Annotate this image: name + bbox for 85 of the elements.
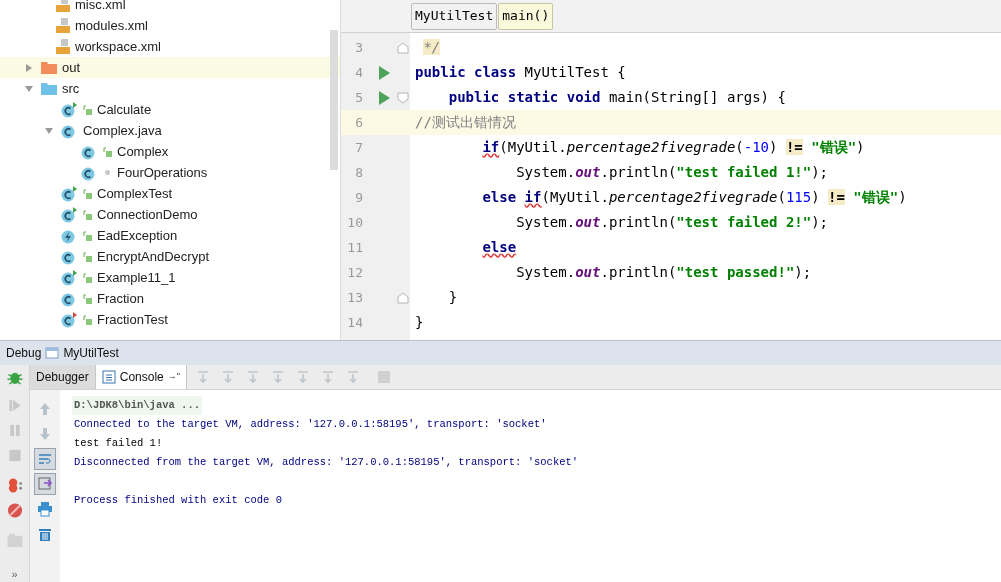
- tree-item[interactable]: EadException: [0, 225, 340, 246]
- expanded-arrow-icon[interactable]: [24, 83, 34, 94]
- class-icon: [61, 269, 78, 286]
- expanded-arrow-icon[interactable]: [44, 125, 54, 136]
- collapsed-arrow-icon[interactable]: [24, 62, 34, 73]
- tree-item[interactable]: misc.xml: [0, 0, 340, 15]
- tree-item[interactable]: out: [0, 57, 340, 78]
- xml-file-icon: [56, 39, 70, 54]
- line-number: 3: [354, 38, 363, 57]
- console-icon: [101, 370, 116, 384]
- breadcrumb[interactable]: main(): [498, 2, 554, 30]
- console-line: Process finished with exit code 0: [73, 493, 283, 508]
- class-icon: [61, 311, 78, 328]
- code-line: else: [481, 238, 517, 257]
- fold-marker-icon[interactable]: [397, 41, 409, 54]
- tree-item[interactable]: ComplexTest: [0, 183, 340, 204]
- lock-icon: [103, 146, 112, 157]
- window-icon: [45, 347, 60, 359]
- code-line: public static void main(String[] args) {: [447, 88, 786, 107]
- more-button[interactable]: »: [11, 565, 18, 582]
- lock-icon: [83, 230, 92, 241]
- breadcrumb[interactable]: MyUtilTest: [411, 2, 498, 30]
- run-icon[interactable]: [378, 65, 390, 80]
- debug-tab[interactable]: Debugger: [30, 365, 96, 389]
- scroll-to-end-icon[interactable]: [34, 473, 56, 495]
- tree-item[interactable]: EncryptAndDecrypt: [0, 246, 340, 267]
- code-line: public class MyUtilTest {: [415, 63, 626, 82]
- code-line: System.out.println("test failed 1!");: [515, 163, 829, 182]
- line-number: 13: [346, 288, 363, 307]
- xml-file-icon: [56, 18, 70, 33]
- line-number: 11: [346, 238, 363, 257]
- code-line: else if(MyUtil.percentage2fivegrade(115) != "错误"): [481, 188, 907, 207]
- code-line: }: [415, 313, 424, 332]
- line-number: 8: [354, 163, 363, 182]
- fold-marker-icon[interactable]: [397, 91, 409, 104]
- line-number: 6: [354, 113, 363, 132]
- tree-item[interactable]: src: [0, 78, 340, 99]
- fold-marker-icon[interactable]: [397, 291, 409, 304]
- line-number: 7: [354, 138, 363, 157]
- lock-icon: [83, 314, 92, 325]
- line-number: 9: [354, 188, 363, 207]
- tree-item[interactable]: FourOperations: [0, 162, 340, 183]
- lock-icon: [83, 209, 92, 220]
- console-line: Connected to the target VM, address: '127.0.0.1:58195', transport: 'socket': [73, 417, 548, 432]
- class-icon: [61, 101, 78, 118]
- class-icon: [61, 185, 78, 202]
- line-number: 4: [354, 63, 363, 82]
- tree-item[interactable]: workspace.xml: [0, 36, 340, 57]
- line-number: 10: [346, 213, 363, 232]
- lock-icon: [83, 251, 92, 262]
- stop-icon[interactable]: [6, 447, 23, 463]
- run-config-label[interactable]: MyUtilTest: [63, 344, 119, 362]
- mute-breakpoints-icon[interactable]: [5, 501, 24, 519]
- code-line: //测试出错情况: [415, 113, 516, 132]
- code-line: if(MyUtil.percentage2fivegrade(-10) != "错误"): [481, 138, 865, 157]
- code-line: System.out.println("test failed 2!");: [515, 213, 829, 232]
- tree-item[interactable]: Fraction: [0, 288, 340, 309]
- tree-item[interactable]: Complex: [0, 141, 340, 162]
- console-line: test failed 1!: [73, 436, 164, 451]
- lock-icon: [83, 293, 92, 304]
- frames-icon[interactable]: [375, 369, 392, 385]
- tree-item[interactable]: Example11_1: [0, 267, 340, 288]
- tree-item[interactable]: Complex.java: [0, 120, 340, 141]
- line-number: 5: [354, 88, 363, 107]
- line-number: 14: [346, 313, 363, 332]
- line-number: 12: [346, 263, 363, 282]
- panel-title: Debug: [6, 345, 42, 362]
- soft-wrap-icon[interactable]: [34, 448, 56, 470]
- tree-item[interactable]: ConnectionDemo: [0, 204, 340, 225]
- tree-item[interactable]: Calculate: [0, 99, 340, 120]
- tree-item[interactable]: FractionTest: [0, 309, 340, 330]
- code-line: System.out.println("test passed!");: [515, 263, 812, 282]
- debug-tab[interactable]: Console →": [95, 365, 187, 389]
- code-line: }: [447, 288, 458, 307]
- class-icon: [61, 206, 78, 223]
- lock-icon: [83, 188, 92, 199]
- console-line: Disconnected from the target VM, address: '127.0.0.1:58195', transport: 'socket': [73, 455, 580, 470]
- camera-icon[interactable]: [5, 532, 24, 548]
- lock-icon: [83, 272, 92, 283]
- scrollbar[interactable]: [330, 30, 338, 170]
- run-icon[interactable]: [378, 90, 390, 105]
- xml-file-icon: [56, 0, 70, 12]
- resume-icon[interactable]: [6, 397, 23, 413]
- lock-icon: [83, 104, 92, 115]
- tree-item[interactable]: modules.xml: [0, 15, 340, 36]
